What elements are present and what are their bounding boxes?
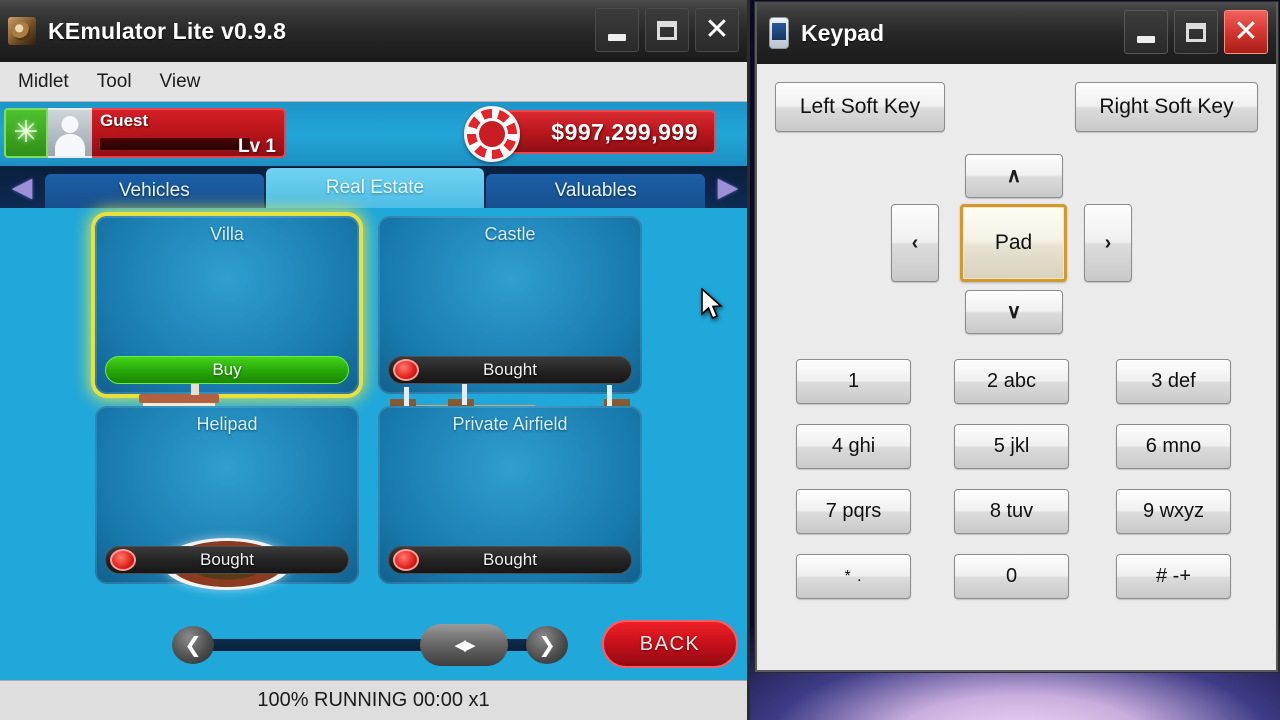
casino-chip-icon [464, 106, 520, 162]
maximize-icon [1186, 22, 1206, 42]
keypad-maximize-button[interactable] [1174, 10, 1218, 54]
dpad-up-button[interactable]: ∧ [965, 154, 1063, 198]
bought-button: Bought [105, 546, 349, 574]
keypad-window: Keypad ✕ Left Soft Key Right Soft Key ∧ … [755, 2, 1278, 672]
dpad-left-button[interactable]: ‹ [891, 204, 939, 282]
owned-indicator-icon [393, 549, 419, 571]
close-icon: ✕ [1233, 15, 1259, 48]
chevron-left-icon: ‹ [911, 232, 919, 254]
money-panel: $997,299,999 [464, 106, 716, 162]
keypad-title: Keypad [801, 19, 885, 46]
keypad-window-controls: ✕ [1124, 10, 1268, 54]
buy-button[interactable]: Buy [105, 356, 349, 384]
chevron-right-icon: › [1104, 232, 1112, 254]
bought-button: Bought [388, 546, 632, 574]
star-badge-icon: ✳ [4, 108, 48, 158]
kemulator-window: KEmulator Lite v0.9.8 ✕ Midlet Tool View… [0, 0, 750, 720]
tab-next-arrow-icon[interactable]: ▶ [706, 166, 747, 208]
dpad-center-pad-button[interactable]: Pad [960, 204, 1067, 282]
emulator-status-bar: 100% RUNNING 00:00 x1 [0, 680, 747, 720]
left-soft-key-button[interactable]: Left Soft Key [775, 82, 945, 132]
kemulator-app-icon [8, 17, 36, 45]
item-card-grid: Villa Buy Castle Bought Helipad Bought P… [0, 208, 747, 639]
chevron-up-icon: ∧ [1006, 165, 1022, 187]
key-2[interactable]: 2 abc [954, 359, 1069, 404]
game-screen: ✳ Guest Lv 1 $997,299,999 ◀ Vehicles Rea… [0, 102, 747, 680]
card-title: Castle [484, 224, 536, 244]
phone-icon [769, 17, 789, 49]
keypad-minimize-button[interactable] [1124, 10, 1168, 54]
close-button[interactable]: ✕ [695, 8, 739, 52]
tab-prev-arrow-icon[interactable]: ◀ [0, 166, 44, 208]
xp-bar [100, 138, 250, 150]
right-soft-key-button[interactable]: Right Soft Key [1075, 82, 1258, 132]
game-hud: ✳ Guest Lv 1 $997,299,999 [0, 102, 747, 166]
player-name: Guest [100, 111, 149, 130]
card-title: Helipad [196, 414, 258, 434]
kemulator-window-controls: ✕ [595, 8, 739, 52]
close-icon: ✕ [704, 13, 730, 46]
key-1[interactable]: 1 [796, 359, 911, 404]
category-tabbar: ◀ Vehicles Real Estate Valuables ▶ [0, 166, 747, 208]
bought-label: Bought [483, 550, 537, 569]
scrollbar-thumb[interactable]: ◀▶ [420, 624, 508, 666]
back-button[interactable]: BACK [602, 620, 738, 668]
tab-valuables[interactable]: Valuables [486, 174, 706, 208]
horizontal-scrollbar[interactable]: ❮ ❯ ◀▶ [172, 622, 568, 668]
tab-vehicles[interactable]: Vehicles [45, 174, 264, 208]
minimize-button[interactable] [595, 8, 639, 52]
chevron-down-icon: ∨ [1006, 301, 1022, 323]
key-9[interactable]: 9 wxyz [1116, 489, 1231, 534]
key-hash[interactable]: # -+ [1116, 554, 1231, 599]
key-8[interactable]: 8 tuv [954, 489, 1069, 534]
key-5[interactable]: 5 jkl [954, 424, 1069, 469]
avatar [48, 108, 92, 158]
card-title: Private Airfield [452, 414, 568, 434]
key-6[interactable]: 6 mno [1116, 424, 1231, 469]
bought-label: Bought [483, 360, 537, 379]
key-star[interactable]: * . [796, 554, 911, 599]
game-bottom-bar: ❮ ❯ ◀▶ BACK [0, 608, 747, 680]
item-card-villa[interactable]: Villa Buy [95, 216, 359, 463]
keypad-close-button[interactable]: ✕ [1224, 10, 1268, 54]
item-card-castle[interactable]: Castle Bought [378, 216, 642, 459]
minimize-icon [1137, 35, 1155, 43]
owned-indicator-icon [393, 359, 419, 381]
money-value: $997,299,999 [551, 118, 698, 145]
owned-indicator-icon [110, 549, 136, 571]
player-info: Guest Lv 1 [92, 108, 286, 158]
player-panel[interactable]: ✳ Guest Lv 1 [4, 108, 286, 158]
scroll-right-arrow-icon[interactable]: ❯ [526, 626, 568, 664]
scroll-left-arrow-icon[interactable]: ❮ [172, 626, 214, 664]
item-card-helipad[interactable]: Helipad Bought [95, 406, 359, 639]
menu-item-midlet[interactable]: Midlet [6, 67, 81, 97]
key-7[interactable]: 7 pqrs [796, 489, 911, 534]
item-card-private-airfield[interactable]: Private Airfield Bought [378, 406, 642, 584]
kemulator-menubar: Midlet Tool View [0, 62, 747, 102]
key-3[interactable]: 3 def [1116, 359, 1231, 404]
kemulator-title: KEmulator Lite v0.9.8 [48, 17, 287, 44]
bought-label: Bought [200, 550, 254, 569]
dpad-down-button[interactable]: ∨ [965, 290, 1063, 334]
maximize-icon [657, 20, 677, 40]
kemulator-titlebar[interactable]: KEmulator Lite v0.9.8 ✕ [0, 0, 747, 62]
tabs-container: Vehicles Real Estate Valuables [44, 166, 706, 208]
keypad-body: Left Soft Key Right Soft Key ∧ ‹ Pad › ∨… [757, 64, 1276, 670]
player-level: Lv 1 [237, 136, 276, 157]
key-4[interactable]: 4 ghi [796, 424, 911, 469]
menu-item-tool[interactable]: Tool [85, 67, 144, 97]
tab-real-estate[interactable]: Real Estate [265, 168, 485, 208]
bought-button: Bought [388, 356, 632, 384]
menu-item-view[interactable]: View [148, 67, 213, 97]
key-0[interactable]: 0 [954, 554, 1069, 599]
dpad-right-button[interactable]: › [1084, 204, 1132, 282]
maximize-button[interactable] [645, 8, 689, 52]
minimize-icon [608, 33, 626, 41]
card-title: Villa [210, 224, 244, 244]
keypad-titlebar[interactable]: Keypad ✕ [757, 2, 1276, 64]
